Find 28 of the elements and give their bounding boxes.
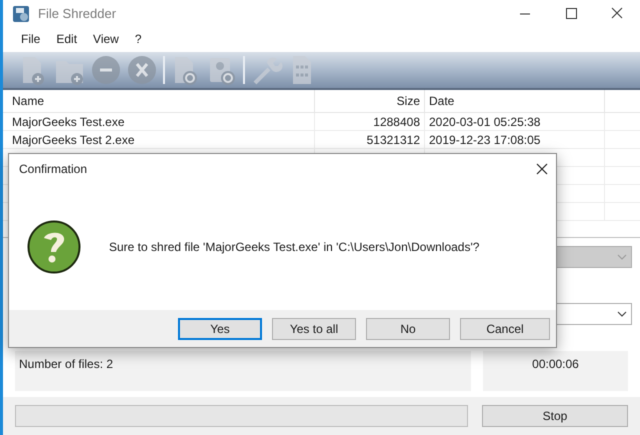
chevron-down-icon [617,311,627,317]
elapsed-time: 00:00:06 [532,356,579,373]
dialog-message: Sure to shred file 'MajorGeeks Test.exe' in 'C:\Users\Jon\Downloads'? [109,239,480,256]
dialog-button[interactable]: Yes [178,318,262,340]
close-icon[interactable] [534,161,550,177]
table-cell: 2019-12-23 17:08:05 [425,131,605,148]
table-cell: MajorGeeks Test.exe [3,113,315,130]
table-cell: 2020-03-01 05:25:38 [425,113,605,130]
column-header[interactable]: Size [315,90,425,112]
menu-item[interactable]: Edit [50,30,84,48]
stop-button[interactable]: Stop [482,405,628,427]
dialog-button[interactable]: No [366,318,450,340]
chevron-down-icon [617,254,627,260]
question-icon [27,220,81,274]
dialog-button[interactable]: Yes to all [272,318,356,340]
column-header[interactable]: Date [425,90,605,112]
menu-item[interactable]: ? [128,30,148,48]
table-cell: 1288408 [315,113,425,130]
menu-item[interactable]: File [15,30,46,48]
window-title: File Shredder [38,5,116,24]
dialog-button[interactable]: Cancel [460,318,550,340]
app-icon [12,5,30,23]
table-cell: 51321312 [315,131,425,148]
menu-item[interactable]: View [87,30,125,48]
file-count: Number of files: 2 [19,357,114,371]
column-header[interactable]: Name [3,90,315,112]
dialog-title: Confirmation [19,161,88,178]
table-cell: MajorGeeks Test 2.exe [3,131,315,148]
